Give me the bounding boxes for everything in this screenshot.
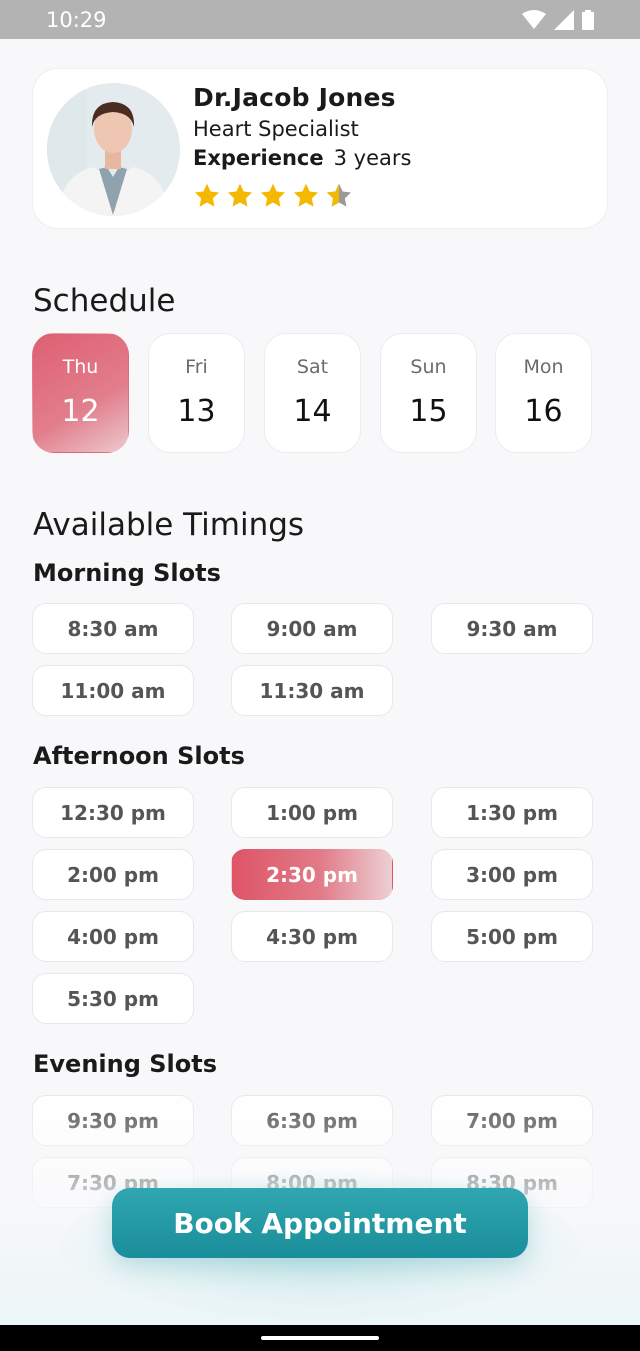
day-sun[interactable]: Sun 15: [380, 333, 477, 453]
time-slot[interactable]: 9:30 pm: [32, 1095, 194, 1146]
doctor-name: Dr.Jacob Jones: [193, 83, 396, 112]
time-slot[interactable]: 8:30 am: [32, 603, 194, 654]
morning-slots-title: Morning Slots: [33, 559, 221, 587]
schedule-title: Schedule: [33, 283, 176, 319]
time-slot[interactable]: 7:00 pm: [431, 1095, 593, 1146]
time-slot[interactable]: 12:30 pm: [32, 787, 194, 838]
time-slot[interactable]: 5:00 pm: [431, 911, 593, 962]
time-slot[interactable]: 9:00 am: [231, 603, 393, 654]
experience-value: 3 years: [333, 146, 412, 170]
star-icon: [293, 183, 319, 207]
status-bar: 10:29: [0, 0, 640, 39]
doctor-experience: Experience 3 years: [193, 146, 411, 170]
rating-stars: [193, 182, 353, 210]
time-slot-selected[interactable]: 2:30 pm: [231, 849, 393, 900]
available-timings-title: Available Timings: [33, 507, 305, 543]
day-name: Sun: [410, 356, 447, 378]
wifi-icon: [522, 9, 546, 29]
status-time: 10:29: [46, 7, 107, 32]
time-slot[interactable]: 9:30 am: [431, 603, 593, 654]
time-slot[interactable]: 1:00 pm: [231, 787, 393, 838]
cell-signal-icon: [554, 9, 574, 30]
battery-icon: [582, 9, 594, 30]
star-icon: [227, 183, 253, 207]
time-slot[interactable]: 3:00 pm: [431, 849, 593, 900]
day-name: Fri: [185, 356, 208, 378]
day-date: 12: [61, 394, 100, 429]
time-slot[interactable]: 11:00 am: [32, 665, 194, 716]
time-slot[interactable]: 4:00 pm: [32, 911, 194, 962]
time-slot[interactable]: 2:00 pm: [32, 849, 194, 900]
day-sat[interactable]: Sat 14: [264, 333, 361, 453]
home-gesture-handle[interactable]: [261, 1336, 379, 1340]
day-date: 14: [293, 394, 332, 429]
doctor-specialty: Heart Specialist: [193, 117, 359, 141]
time-slot[interactable]: 5:30 pm: [32, 973, 194, 1024]
time-slot[interactable]: 6:30 pm: [231, 1095, 393, 1146]
day-thu[interactable]: Thu 12: [32, 333, 129, 453]
time-slot[interactable]: 4:30 pm: [231, 911, 393, 962]
doctor-avatar: [47, 83, 180, 216]
day-mon[interactable]: Mon 16: [495, 333, 592, 453]
day-date: 16: [524, 394, 563, 429]
day-name: Thu: [62, 356, 99, 378]
half-star-icon: [326, 183, 352, 207]
afternoon-slots-title: Afternoon Slots: [33, 742, 245, 770]
time-slot[interactable]: 1:30 pm: [431, 787, 593, 838]
day-name: Sat: [296, 356, 329, 378]
doctor-card: Dr.Jacob Jones Heart Specialist Experien…: [32, 68, 608, 229]
day-date: 15: [409, 394, 448, 429]
experience-label: Experience: [193, 146, 324, 170]
system-nav-bar: [0, 1325, 640, 1351]
day-name: Mon: [523, 356, 564, 378]
day-date: 13: [177, 394, 216, 429]
star-icon: [194, 183, 220, 207]
day-fri[interactable]: Fri 13: [148, 333, 245, 453]
status-icons: [522, 9, 594, 30]
evening-slots-title: Evening Slots: [33, 1050, 218, 1078]
book-appointment-button[interactable]: Book Appointment: [112, 1188, 528, 1258]
star-icon: [260, 183, 286, 207]
time-slot[interactable]: 11:30 am: [231, 665, 393, 716]
